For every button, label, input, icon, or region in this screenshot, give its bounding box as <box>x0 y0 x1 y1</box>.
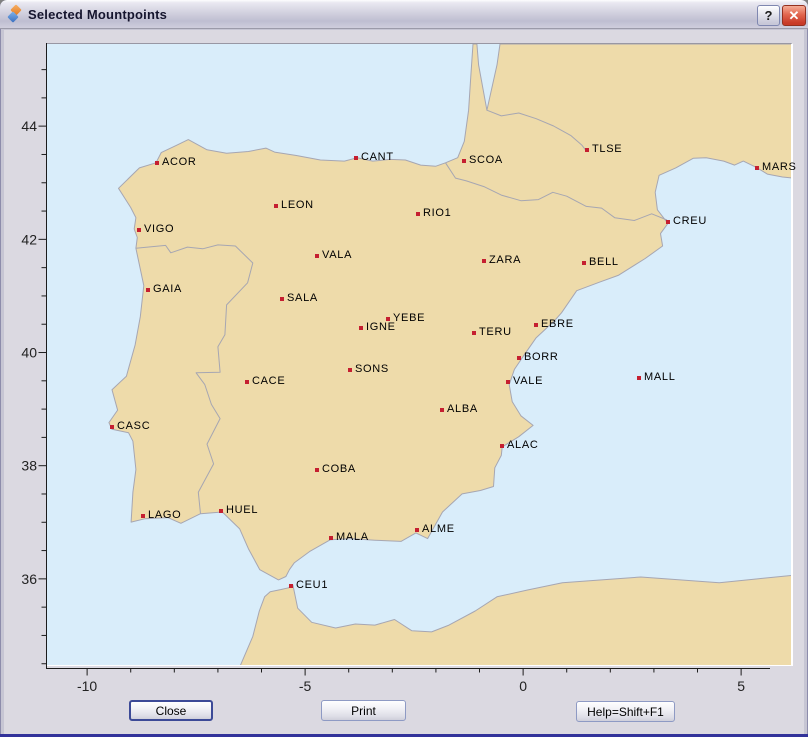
titlebar-close-button[interactable]: ✕ <box>782 5 806 26</box>
print-button[interactable]: Print <box>321 700 406 721</box>
titlebar[interactable]: Selected Mountpoints ? ✕ <box>0 0 808 29</box>
selected-mountpoints-window: Selected Mountpoints ? ✕ -10-50536384042… <box>0 0 808 737</box>
window-title: Selected Mountpoints <box>28 7 167 22</box>
question-mark-icon: ? <box>765 8 773 23</box>
app-icon <box>7 6 24 23</box>
titlebar-help-button[interactable]: ? <box>757 5 780 26</box>
help-button[interactable]: Help=Shift+F1 <box>576 701 675 722</box>
iberia-map <box>47 44 793 666</box>
close-button[interactable]: Close <box>129 700 213 721</box>
map-panel <box>47 43 793 666</box>
close-icon: ✕ <box>789 8 800 23</box>
